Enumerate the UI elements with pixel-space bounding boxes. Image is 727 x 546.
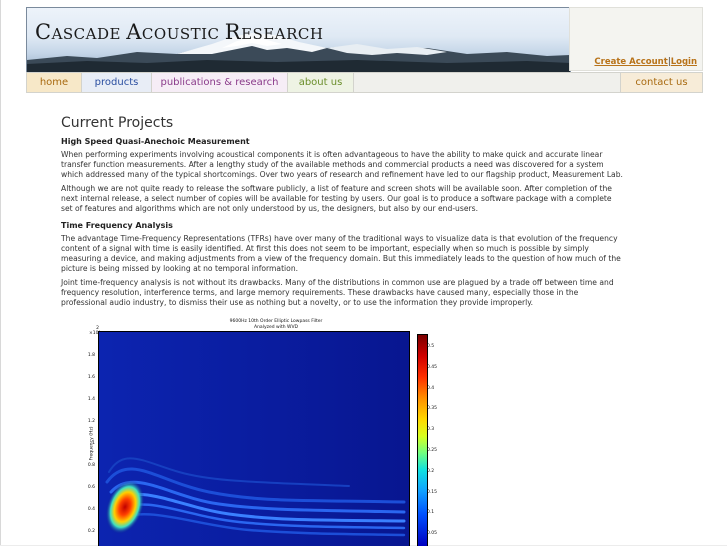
colorbar-tick-label: 0.5: [427, 344, 435, 349]
main-content: Current Projects High Speed Quasi-Anecho…: [61, 115, 623, 312]
paragraph-3: The advantage Time-Frequency Representat…: [61, 234, 621, 273]
section-heading-tfa: Time Frequency Analysis: [61, 221, 173, 230]
page-title: Current Projects: [61, 115, 174, 131]
nav-publications[interactable]: publications & research: [152, 73, 288, 92]
login-link[interactable]: Login: [671, 57, 697, 67]
colorbar-tick-label: 0.15: [427, 489, 438, 495]
header-banner: CASCADE ACOUSTIC RESEARCH: [26, 7, 571, 73]
colorbar-tick-label: 0.3: [427, 427, 435, 433]
main-nav: home products publications & research ab…: [26, 72, 703, 93]
y-tick-label: 1.2: [87, 419, 95, 424]
paragraph-4: Joint time-frequency analysis is not wit…: [61, 278, 614, 307]
y-tick-label: 0.8: [87, 463, 95, 468]
y-tick-label: 1.4: [87, 397, 95, 402]
colorbar-tick-label: 0.35: [427, 406, 438, 412]
y-tick-label: 0.4: [87, 507, 95, 512]
account-panel: Create Account|Login: [569, 7, 703, 71]
spectrogram-plot: [98, 331, 410, 546]
spectrogram-image: [99, 332, 409, 546]
colorbar-tick-label: 0.4: [427, 385, 435, 391]
section-heading-measurement: High Speed Quasi-Anechoic Measurement: [61, 137, 250, 146]
y-axis-label: Frequency (Hz): [89, 426, 95, 461]
y-tick-label: 0.6: [87, 485, 95, 490]
nav-contact[interactable]: contact us: [620, 73, 702, 92]
y-tick-label: 1.8: [87, 353, 95, 358]
colorbar-tick-label: 0.1: [427, 510, 435, 516]
y-tick-label: 0.2: [87, 529, 95, 534]
colorbar-tick-label: 0.2: [427, 468, 435, 474]
nav-about[interactable]: about us: [288, 73, 354, 92]
nav-products[interactable]: products: [82, 73, 152, 92]
wvd-figure: 9600Hz 10th Order Elliptic Lowpass Filte…: [81, 316, 441, 546]
colorbar-tick-label: 0.25: [427, 448, 438, 453]
nav-home[interactable]: home: [27, 73, 82, 92]
paragraph-2: Although we are not quite ready to relea…: [61, 184, 612, 213]
site-logo[interactable]: CASCADE ACOUSTIC RESEARCH: [35, 20, 323, 44]
paragraph-1: When performing experiments involving ac…: [61, 150, 623, 179]
page: CASCADE ACOUSTIC RESEARCH Create Account…: [0, 0, 727, 546]
figure-title: 9600Hz 10th Order Elliptic Lowpass Filte…: [229, 319, 323, 330]
colorbar-tick-label: 0.45: [427, 364, 438, 370]
create-account-link[interactable]: Create Account: [594, 57, 667, 67]
colorbar-tick-label: 0.05: [427, 531, 438, 537]
y-tick-label: 1.6: [87, 375, 95, 380]
